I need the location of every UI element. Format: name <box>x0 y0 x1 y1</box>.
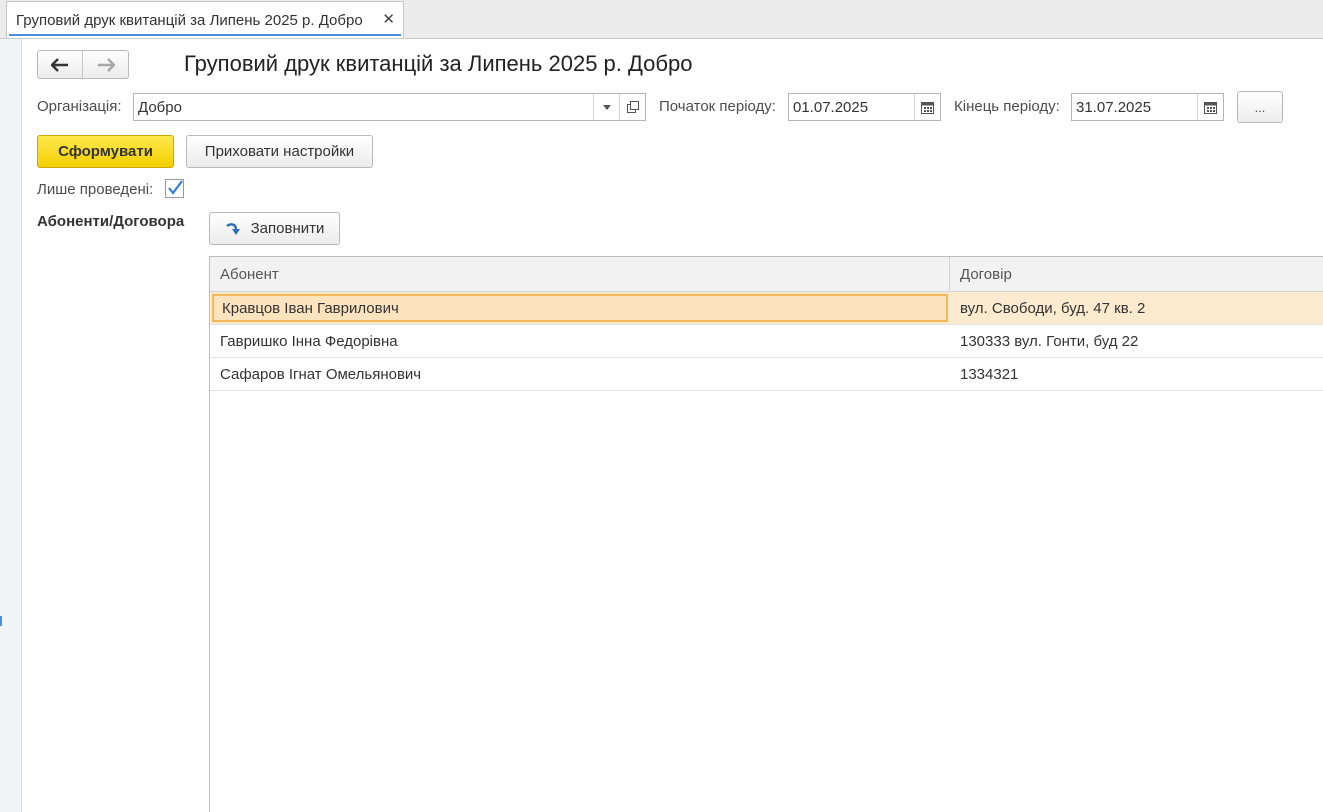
chevron-down-icon <box>602 104 611 110</box>
period-start-value: 01.07.2025 <box>793 98 869 116</box>
open-window-icon <box>626 101 639 113</box>
period-start-field[interactable]: 01.07.2025 <box>788 93 941 121</box>
hide-settings-button[interactable]: Приховати настройки <box>186 135 373 168</box>
period-start-label: Початок періоду: <box>659 98 776 115</box>
cell-subscriber[interactable]: Сафаров Ігнат Омельянович <box>210 358 950 390</box>
checkmark-icon <box>168 180 183 195</box>
subscribers-table: Абонент Договір Кравцов Іван Гаврилович … <box>209 256 1323 812</box>
only-posted-checkbox[interactable] <box>165 179 184 198</box>
dropdown-button[interactable] <box>593 94 619 120</box>
table-header: Абонент Договір <box>210 257 1323 292</box>
tab-title: Груповий друк квитанцій за Липень 2025 р… <box>16 11 363 29</box>
fill-button[interactable]: Заповнити <box>209 212 340 245</box>
close-icon[interactable]: ✕ <box>382 11 395 29</box>
period-end-label: Кінець періоду: <box>954 98 1060 115</box>
only-posted-label: Лише проведені: <box>37 181 154 198</box>
calendar-icon <box>921 101 934 114</box>
organization-label: Організація: <box>37 98 122 115</box>
arrow-right-icon <box>97 57 115 72</box>
calendar-button-start[interactable] <box>914 94 940 120</box>
open-button[interactable] <box>619 94 645 120</box>
navigation-buttons <box>37 50 129 79</box>
period-select-button[interactable]: ... <box>1237 91 1283 123</box>
cell-contract[interactable]: вул. Свободи, буд. 47 кв. 2 <box>950 292 1323 324</box>
table-row[interactable]: Кравцов Іван Гаврилович вул. Свободи, бу… <box>210 292 1323 325</box>
subscribers-section-label: Абоненти/Договора <box>37 213 185 230</box>
panel-marker <box>0 616 2 626</box>
organization-value: Добро <box>138 98 182 116</box>
calendar-icon <box>1204 101 1217 114</box>
cell-subscriber[interactable]: Кравцов Іван Гаврилович <box>212 294 948 322</box>
organization-field[interactable]: Добро <box>133 93 646 121</box>
period-end-value: 31.07.2025 <box>1076 98 1152 116</box>
table-row[interactable]: Сафаров Ігнат Омельянович 1334321 <box>210 358 1323 391</box>
period-end-field[interactable]: 31.07.2025 <box>1071 93 1224 121</box>
cell-subscriber[interactable]: Гавришко Інна Федорівна <box>210 325 950 357</box>
calendar-button-end[interactable] <box>1197 94 1223 120</box>
tab-bar: Груповий друк квитанцій за Липень 2025 р… <box>0 0 1323 39</box>
cell-contract[interactable]: 130333 вул. Гонти, буд 22 <box>950 325 1323 357</box>
column-header-subscriber[interactable]: Абонент <box>210 257 950 291</box>
column-header-contract[interactable]: Договір <box>950 257 1323 291</box>
fill-arrow-icon <box>225 222 240 235</box>
table-row[interactable]: Гавришко Інна Федорівна 130333 вул. Гонт… <box>210 325 1323 358</box>
fill-button-label: Заповнити <box>250 220 325 237</box>
page-title: Груповий друк квитанцій за Липень 2025 р… <box>184 51 693 76</box>
cell-contract[interactable]: 1334321 <box>950 358 1323 390</box>
back-button[interactable] <box>38 51 84 78</box>
generate-button[interactable]: Сформувати <box>37 135 174 168</box>
tab-group-print-receipts[interactable]: Груповий друк квитанцій за Липень 2025 р… <box>6 1 404 38</box>
forward-button[interactable] <box>83 51 128 78</box>
left-panel-strip <box>0 39 22 812</box>
arrow-left-icon <box>51 57 68 72</box>
